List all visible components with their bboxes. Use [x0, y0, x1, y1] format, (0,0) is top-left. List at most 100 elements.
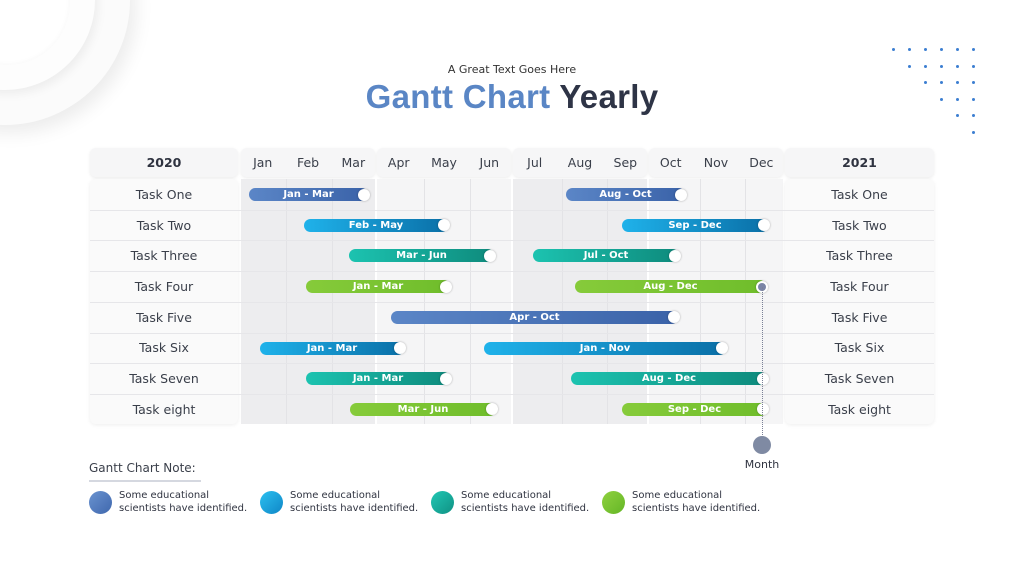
gantt-bar[interactable]: Mar - Jun: [349, 249, 496, 263]
month-header-q2: Apr May Jun: [377, 148, 511, 177]
gantt-bar[interactable]: Jan - Mar: [306, 372, 452, 386]
bar-end-handle[interactable]: [716, 342, 728, 354]
bar-end-handle[interactable]: [440, 372, 452, 385]
legend-color-dot: [431, 491, 454, 514]
month-header-oct: Oct: [659, 155, 682, 170]
month-header-feb: Feb: [296, 155, 320, 170]
legend-text-line: Some educational: [119, 490, 210, 501]
task-label-right: Task Six: [834, 340, 885, 356]
gantt-bar-label: Jan - Mar: [352, 373, 404, 385]
legend-item: Some educational scientists have identifi…: [260, 490, 418, 515]
gantt-bar[interactable]: Apr - Oct: [391, 310, 680, 324]
legend-text-line: Some educational: [461, 490, 552, 501]
legend-item: Some educational scientists have identifi…: [431, 490, 589, 515]
gantt-bar[interactable]: Mar - Jun: [350, 402, 498, 416]
task-label-left: Task eight: [132, 401, 196, 417]
task-label-right: Task Seven: [824, 371, 895, 387]
task-label-right: Task Five: [831, 309, 888, 325]
gantt-bar[interactable]: Aug - Dec: [575, 280, 768, 294]
task-label-left: Task Two: [136, 217, 192, 233]
gantt-bar[interactable]: Jan - Nov: [484, 341, 728, 355]
gantt-bar-label: Jan - Nov: [579, 342, 631, 354]
gantt-bar-label: Sep - Dec: [667, 403, 722, 415]
gantt-bar[interactable]: Jan - Mar: [306, 280, 452, 294]
bar-end-handle[interactable]: [669, 249, 681, 262]
legend-text: Some educational scientists have identifi…: [119, 490, 247, 515]
gantt-bar-label: Sep - Dec: [668, 219, 722, 231]
gantt-bar-label: Mar - Jun: [396, 250, 447, 262]
gantt-bar-label: Jan - Mar: [283, 189, 334, 200]
month-header-q4: Oct Nov Dec: [649, 148, 783, 177]
gantt-bar[interactable]: Feb - May: [304, 218, 450, 232]
month-header-group: Oct Nov Dec: [648, 155, 784, 170]
task-label-left: Task One: [135, 186, 193, 202]
legend-text-line: Some educational: [632, 490, 723, 501]
legend-text-line: scientists have identified.: [461, 502, 590, 514]
task-label-left: Task Three: [130, 248, 198, 264]
gantt-bar[interactable]: Aug - Dec: [571, 372, 769, 386]
bar-end-handle[interactable]: [440, 280, 452, 293]
task-label-left: Task Four: [134, 278, 194, 294]
decorative-dot: [956, 48, 959, 51]
gantt-bar-label: Jan - Mar: [306, 342, 358, 354]
legend-text-line: scientists have identified.: [290, 502, 419, 514]
month-header-aug: Aug: [567, 155, 593, 170]
task-label-right: Task Three: [826, 248, 893, 264]
gantt-bar-label: Apr - Oct: [509, 311, 560, 323]
gantt-bar-label: Jan - Mar: [352, 281, 404, 293]
month-marker-label: Month: [744, 458, 780, 471]
month-header-nov: Nov: [703, 155, 729, 170]
bar-end-handle[interactable]: [675, 188, 687, 201]
gantt-bar[interactable]: Jan - Mar: [249, 188, 370, 201]
bar-end-handle[interactable]: [484, 249, 496, 262]
legend-text: Some educational scientists have identifi…: [632, 490, 760, 515]
decorative-dot: [940, 48, 943, 51]
month-header-sep: Sep: [613, 155, 638, 170]
decorative-dot: [908, 48, 911, 51]
bar-end-handle[interactable]: [394, 342, 406, 354]
legend-text-line: Some educational: [290, 490, 381, 501]
month-header-jul: Jul: [527, 155, 543, 170]
gantt-bar-label: Aug - Dec: [643, 281, 698, 293]
legend-color-dot: [260, 491, 283, 514]
month-header-apr: Apr: [387, 155, 410, 170]
title-accent: Gantt Chart: [365, 78, 551, 115]
right-year-header: 2021: [785, 148, 934, 177]
title-dark: Yearly: [559, 78, 659, 115]
month-header-mar: Mar: [341, 155, 366, 170]
task-label-left: Task Five: [136, 309, 192, 325]
legend-color-dot: [89, 491, 112, 514]
month-marker-dot[interactable]: [753, 436, 771, 454]
month-header-group: Jan Feb Mar: [240, 155, 376, 170]
gantt-bar[interactable]: Sep - Dec: [622, 218, 770, 232]
right-year-label: 2021: [842, 155, 877, 170]
legend-item: Some educational scientists have identifi…: [89, 490, 247, 515]
decorative-dot: [892, 48, 895, 51]
month-header-group: Jul Aug Sep: [512, 155, 648, 170]
decorative-dot: [924, 48, 927, 51]
subtitle: A Great Text Goes Here: [447, 63, 577, 76]
legend-text-line: scientists have identified.: [119, 502, 248, 514]
legend-item: Some educational scientists have identifi…: [602, 490, 760, 515]
left-year-label: 2020: [146, 155, 182, 170]
gantt-bar[interactable]: Sep - Dec: [622, 402, 769, 416]
notes-title: Gantt Chart Note:: [89, 461, 196, 475]
bar-end-handle[interactable]: [358, 188, 370, 201]
gantt-bar[interactable]: Jan - Mar: [260, 341, 406, 355]
month-marker-line: [762, 287, 763, 437]
task-label-right: Task Two: [832, 217, 887, 233]
gantt-bar[interactable]: Aug - Oct: [566, 188, 687, 201]
left-year-header: 2020: [90, 148, 238, 177]
bar-end-handle[interactable]: [757, 372, 769, 385]
task-label-right: Task eight: [828, 401, 891, 417]
legend-color-dot: [602, 491, 625, 514]
task-label-right: Task One: [831, 186, 888, 202]
legend-text-line: scientists have identified.: [632, 502, 761, 514]
notes-divider: [89, 480, 201, 482]
month-header-q1: Jan Feb Mar: [241, 148, 375, 177]
gantt-bar[interactable]: Jul - Oct: [533, 249, 681, 263]
legend-text: Some educational scientists have identifi…: [461, 490, 589, 515]
page-title: Gantt Chart Yearly: [0, 78, 1024, 116]
task-label-left: Task Six: [139, 340, 189, 356]
month-header-q3: Jul Aug Sep: [513, 148, 647, 177]
